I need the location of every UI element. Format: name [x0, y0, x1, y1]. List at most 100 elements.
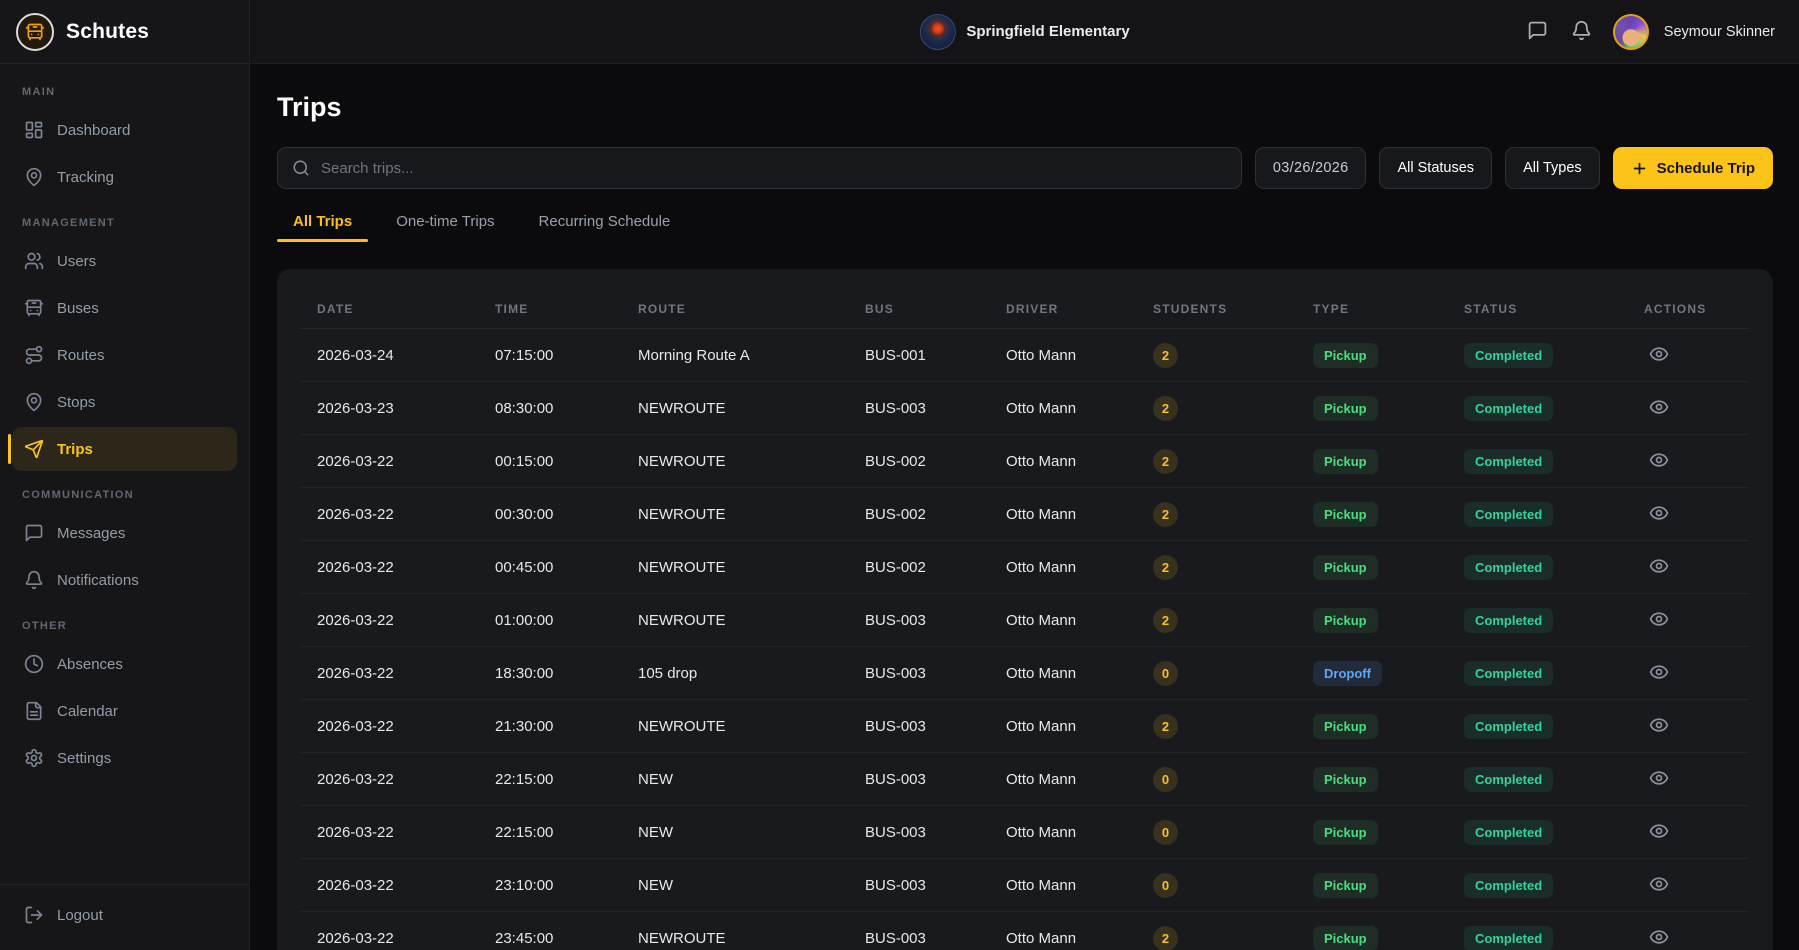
cell-status: Completed: [1464, 873, 1644, 898]
type-badge: Pickup: [1313, 873, 1378, 898]
messages-button[interactable]: [1525, 18, 1550, 46]
user-name: Seymour Skinner: [1664, 24, 1775, 40]
sidebar-footer: Logout: [0, 884, 249, 950]
sidebar-item-absences[interactable]: Absences: [12, 642, 237, 686]
eye-icon: [1649, 715, 1669, 738]
students-count-badge: 2: [1153, 396, 1178, 421]
dashboard-icon: [24, 120, 44, 140]
school-selector[interactable]: Springfield Elementary: [919, 14, 1129, 50]
view-trip-button[interactable]: [1646, 447, 1672, 476]
sidebar-item-trips[interactable]: Trips: [12, 427, 237, 471]
plus-icon: [1631, 160, 1648, 177]
eye-icon: [1649, 344, 1669, 367]
students-count-badge: 2: [1153, 714, 1178, 739]
cell-date: 2026-03-22: [317, 718, 495, 735]
status-filter[interactable]: All Statuses: [1379, 147, 1492, 189]
type-badge: Dropoff: [1313, 661, 1382, 686]
cell-time: 00:45:00: [495, 559, 638, 576]
user-avatar[interactable]: [1613, 14, 1649, 50]
cell-actions: [1644, 765, 1749, 794]
view-trip-button[interactable]: [1646, 765, 1672, 794]
sidebar-item-stops[interactable]: Stops: [12, 380, 237, 424]
date-filter[interactable]: 03/26/2026: [1255, 147, 1367, 189]
logout-button[interactable]: Logout: [12, 893, 237, 937]
gear-icon: [24, 748, 44, 768]
cell-bus: BUS-003: [865, 718, 1006, 735]
tab-recurring-schedule[interactable]: Recurring Schedule: [523, 213, 687, 242]
cell-route: NEWROUTE: [638, 718, 865, 735]
cell-actions: [1644, 659, 1749, 688]
view-trip-button[interactable]: [1646, 871, 1672, 900]
status-badge: Completed: [1464, 396, 1553, 421]
sidebar-item-messages[interactable]: Messages: [12, 511, 237, 555]
school-name: Springfield Elementary: [966, 23, 1129, 40]
students-count-badge: 0: [1153, 661, 1178, 686]
tab-all-trips[interactable]: All Trips: [277, 213, 368, 242]
cell-route: NEW: [638, 824, 865, 841]
schedule-trip-label: Schedule Trip: [1657, 160, 1755, 177]
view-trip-button[interactable]: [1646, 606, 1672, 635]
column-header: DATE: [317, 302, 495, 316]
trips-table-card: DATETIMEROUTEBUSDRIVERSTUDENTSTYPESTATUS…: [277, 269, 1773, 950]
column-header: DRIVER: [1006, 302, 1153, 316]
schedule-trip-button[interactable]: Schedule Trip: [1613, 147, 1773, 189]
type-filter[interactable]: All Types: [1505, 147, 1600, 189]
cell-type: Pickup: [1313, 555, 1464, 580]
sidebar-item-settings[interactable]: Settings: [12, 736, 237, 780]
cell-date: 2026-03-22: [317, 612, 495, 629]
cell-students: 0: [1153, 661, 1313, 686]
cell-time: 00:15:00: [495, 453, 638, 470]
search-input[interactable]: [321, 160, 1227, 177]
users-icon: [24, 251, 44, 271]
status-badge: Completed: [1464, 714, 1553, 739]
sidebar-item-label: Dashboard: [57, 122, 130, 139]
main-column: Springfield Elementary Seymour Skinner T…: [250, 0, 1799, 950]
cell-students: 2: [1153, 449, 1313, 474]
cell-actions: [1644, 341, 1749, 370]
notifications-button[interactable]: [1569, 18, 1594, 46]
view-trip-button[interactable]: [1646, 394, 1672, 423]
eye-icon: [1649, 927, 1669, 950]
cell-students: 2: [1153, 502, 1313, 527]
view-trip-button[interactable]: [1646, 553, 1672, 582]
table-row: 2026-03-2200:30:00NEWROUTEBUS-002Otto Ma…: [301, 488, 1749, 541]
cell-bus: BUS-002: [865, 559, 1006, 576]
cell-driver: Otto Mann: [1006, 771, 1153, 788]
view-trip-button[interactable]: [1646, 341, 1672, 370]
sidebar-item-users[interactable]: Users: [12, 239, 237, 283]
sidebar-item-routes[interactable]: Routes: [12, 333, 237, 377]
view-trip-button[interactable]: [1646, 659, 1672, 688]
status-badge: Completed: [1464, 873, 1553, 898]
sidebar-item-notifications[interactable]: Notifications: [12, 558, 237, 602]
view-trip-button[interactable]: [1646, 818, 1672, 847]
cell-students: 0: [1153, 873, 1313, 898]
message-icon: [24, 523, 44, 543]
view-trip-button[interactable]: [1646, 500, 1672, 529]
sidebar-item-buses[interactable]: Buses: [12, 286, 237, 330]
app-title: Schutes: [66, 20, 149, 44]
table-row: 2026-03-2222:15:00NEWBUS-003Otto Mann0Pi…: [301, 753, 1749, 806]
cell-type: Pickup: [1313, 926, 1464, 950]
cell-bus: BUS-002: [865, 453, 1006, 470]
tab-one-time-trips[interactable]: One-time Trips: [380, 213, 510, 242]
logout-label: Logout: [57, 907, 103, 924]
cell-students: 0: [1153, 820, 1313, 845]
cell-status: Completed: [1464, 555, 1644, 580]
topbar: Springfield Elementary Seymour Skinner: [250, 0, 1799, 64]
status-badge: Completed: [1464, 555, 1553, 580]
students-count-badge: 0: [1153, 820, 1178, 845]
view-trip-button[interactable]: [1646, 712, 1672, 741]
sidebar-item-calendar[interactable]: Calendar: [12, 689, 237, 733]
sidebar-item-dashboard[interactable]: Dashboard: [12, 108, 237, 152]
table-row: 2026-03-2221:30:00NEWROUTEBUS-003Otto Ma…: [301, 700, 1749, 753]
cell-driver: Otto Mann: [1006, 930, 1153, 947]
view-trip-button[interactable]: [1646, 924, 1672, 950]
cell-status: Completed: [1464, 820, 1644, 845]
sidebar-item-tracking[interactable]: Tracking: [12, 155, 237, 199]
cell-driver: Otto Mann: [1006, 665, 1153, 682]
table-row: 2026-03-2223:10:00NEWBUS-003Otto Mann0Pi…: [301, 859, 1749, 912]
type-badge: Pickup: [1313, 714, 1378, 739]
table-row: 2026-03-2407:15:00Morning Route ABUS-001…: [301, 329, 1749, 382]
tabs: All Trips One-time Trips Recurring Schedul…: [277, 213, 1773, 242]
eye-icon: [1649, 503, 1669, 526]
